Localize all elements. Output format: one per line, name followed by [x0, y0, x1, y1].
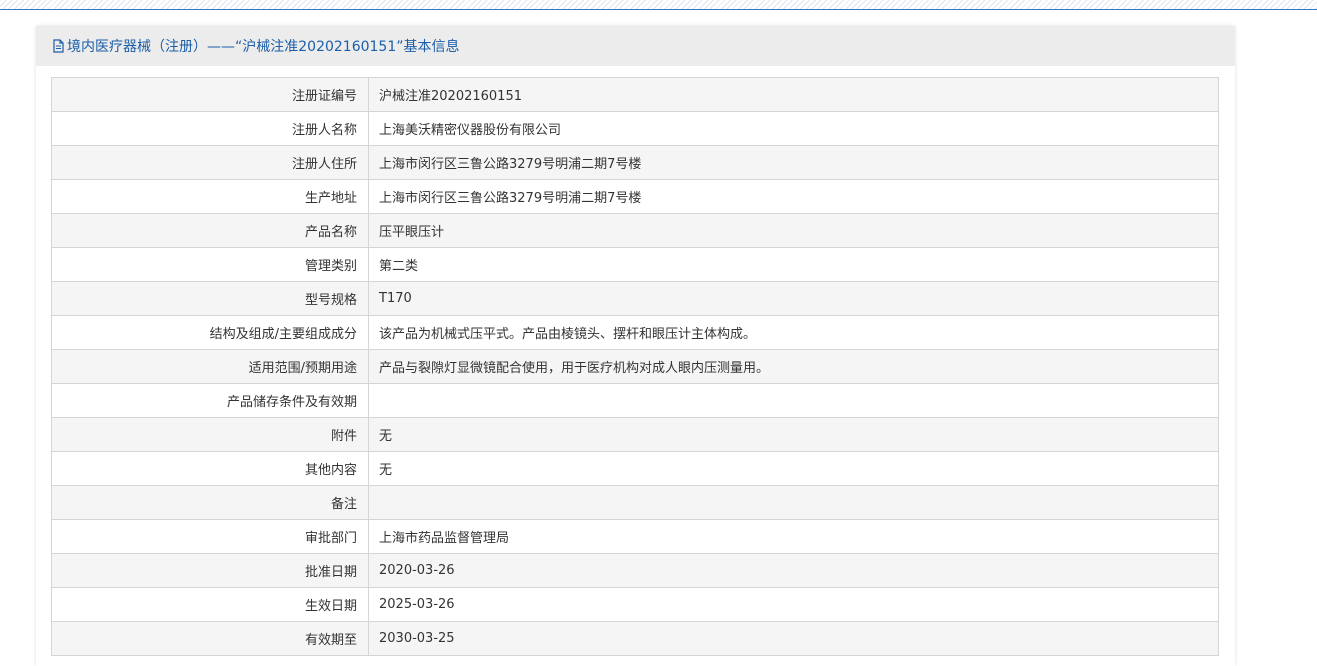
row-label: 生产地址	[51, 179, 369, 214]
row-value: 沪械注准20202160151	[368, 77, 1219, 112]
table-row: 结构及组成/主要组成成分 该产品为机械式压平式。产品由棱镜头、摆杆和眼压计主体构成…	[51, 315, 1219, 350]
row-value: T170	[368, 281, 1219, 316]
table-row: 生产地址 上海市闵行区三鲁公路3279号明浦二期7号楼	[51, 179, 1219, 214]
table-row: 管理类别 第二类	[51, 247, 1219, 282]
table-row: 适用范围/预期用途 产品与裂隙灯显微镜配合使用，用于医疗机构对成人眼内压测量用。	[51, 349, 1219, 384]
table-row: 有效期至 2030-03-25	[51, 621, 1219, 656]
record-detail-table: 注册证编号 沪械注准20202160151 注册人名称 上海美沃精密仪器股份有限公司注…	[51, 77, 1219, 656]
panel-title: 境内医疗器械（注册）——“沪械注准20202160151”基本信息	[67, 39, 460, 55]
row-value: 该产品为机械式压平式。产品由棱镜头、摆杆和眼压计主体构成。	[368, 315, 1219, 350]
table-row: 注册人住所 上海市闵行区三鲁公路3279号明浦二期7号楼	[51, 145, 1219, 180]
row-label: 其他内容	[51, 451, 369, 486]
row-label: 审批部门	[51, 519, 369, 554]
panel-header: 境内医疗器械（注册）——“沪械注准20202160151”基本信息	[36, 26, 1235, 66]
row-value: 上海市闵行区三鲁公路3279号明浦二期7号楼	[368, 145, 1219, 180]
top-decorative-rule	[0, 0, 1317, 10]
table-row: 产品名称 压平眼压计	[51, 213, 1219, 248]
table-row: 产品储存条件及有效期	[51, 383, 1219, 418]
row-value: 2025-03-26	[368, 587, 1219, 622]
row-label: 生效日期	[51, 587, 369, 622]
row-label: 附件	[51, 417, 369, 452]
row-value	[368, 485, 1219, 520]
row-label: 有效期至	[51, 621, 369, 656]
row-label: 结构及组成/主要组成成分	[51, 315, 369, 350]
row-label: 型号规格	[51, 281, 369, 316]
row-value: 上海美沃精密仪器股份有限公司	[368, 111, 1219, 146]
row-label: 管理类别	[51, 247, 369, 282]
table-row: 审批部门 上海市药品监督管理局	[51, 519, 1219, 554]
table-row: 其他内容无	[51, 451, 1219, 486]
row-value: 上海市药品监督管理局	[368, 519, 1219, 554]
row-label: 注册人名称	[51, 111, 369, 146]
row-value: 2020-03-26	[368, 553, 1219, 588]
row-value: 产品与裂隙灯显微镜配合使用，用于医疗机构对成人眼内压测量用。	[368, 349, 1219, 384]
table-row: 备注	[51, 485, 1219, 520]
row-value	[368, 383, 1219, 418]
row-label: 产品名称	[51, 213, 369, 248]
row-value: 无	[368, 451, 1219, 486]
table-row: 注册人名称 上海美沃精密仪器股份有限公司	[51, 111, 1219, 146]
table-row: 注册证编号 沪械注准20202160151	[51, 77, 1219, 112]
row-value: 第二类	[368, 247, 1219, 282]
row-label: 批准日期	[51, 553, 369, 588]
table-row: 生效日期 2025-03-26	[51, 587, 1219, 622]
row-label: 产品储存条件及有效期	[51, 383, 369, 418]
row-value: 2030-03-25	[368, 621, 1219, 656]
row-value: 无	[368, 417, 1219, 452]
table-row: 型号规格 T170	[51, 281, 1219, 316]
table-row: 批准日期 2020-03-26	[51, 553, 1219, 588]
row-value: 压平眼压计	[368, 213, 1219, 248]
row-label: 备注	[51, 485, 369, 520]
row-label: 适用范围/预期用途	[51, 349, 369, 384]
basic-info-panel: 境内医疗器械（注册）——“沪械注准20202160151”基本信息 注册证编号沪…	[36, 26, 1235, 666]
document-icon	[52, 39, 65, 53]
table-row: 附件无	[51, 417, 1219, 452]
row-label: 注册证编号	[51, 77, 369, 112]
row-label: 注册人住所	[51, 145, 369, 180]
row-value: 上海市闵行区三鲁公路3279号明浦二期7号楼	[368, 179, 1219, 214]
